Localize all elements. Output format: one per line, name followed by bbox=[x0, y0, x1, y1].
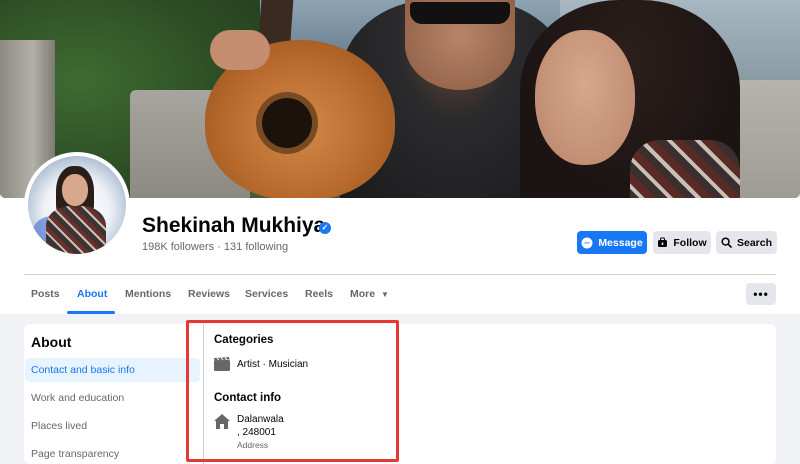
home-icon bbox=[214, 414, 230, 429]
active-tab-indicator bbox=[67, 311, 115, 314]
profile-name: Shekinah Mukhiya bbox=[142, 214, 326, 237]
header-divider bbox=[24, 274, 776, 275]
clapperboard-icon bbox=[214, 357, 230, 371]
tab-reels[interactable]: Reels bbox=[305, 288, 333, 300]
categories-title: Categories bbox=[214, 334, 274, 346]
address-label: Address bbox=[237, 440, 269, 450]
follow-icon bbox=[658, 237, 668, 247]
avatar[interactable] bbox=[24, 152, 130, 258]
search-button-label: Search bbox=[736, 236, 773, 249]
message-button-label: Message bbox=[598, 236, 643, 249]
cover-hand bbox=[210, 30, 270, 70]
cover-face-woman bbox=[535, 30, 635, 165]
avatar-image bbox=[28, 156, 126, 254]
cover-photo[interactable] bbox=[0, 0, 800, 198]
sidebar-item-work-education[interactable]: Work and education bbox=[25, 386, 200, 410]
sidebar-item-page-transparency[interactable]: Page transparency bbox=[25, 442, 200, 464]
about-column-divider bbox=[203, 324, 204, 464]
tab-about[interactable]: About bbox=[77, 288, 107, 300]
chevron-down-icon: ▼ bbox=[381, 290, 389, 299]
follower-stats[interactable]: 198K followers · 131 following bbox=[142, 241, 288, 253]
verified-badge-icon: ✓ bbox=[319, 222, 331, 234]
tab-posts[interactable]: Posts bbox=[31, 288, 60, 300]
address-line-2: , 248001 bbox=[237, 427, 276, 438]
about-title: About bbox=[31, 334, 72, 350]
tab-mentions[interactable]: Mentions bbox=[125, 288, 171, 300]
tab-reviews[interactable]: Reviews bbox=[188, 288, 230, 300]
categories-value[interactable]: Artist · Musician bbox=[237, 359, 308, 370]
more-options-button[interactable]: ••• bbox=[746, 283, 776, 305]
avatar-face bbox=[62, 174, 88, 206]
cover-scarf bbox=[630, 140, 740, 198]
avatar-body bbox=[46, 206, 106, 254]
follow-button[interactable]: Follow bbox=[653, 231, 711, 254]
sidebar-item-contact-basic-info[interactable]: Contact and basic info bbox=[25, 358, 200, 382]
contact-info-title: Contact info bbox=[214, 392, 282, 404]
follow-button-label: Follow bbox=[673, 236, 707, 249]
tab-services[interactable]: Services bbox=[245, 288, 288, 300]
message-button[interactable]: Message bbox=[577, 231, 647, 254]
search-button[interactable]: Search bbox=[716, 231, 777, 254]
sidebar-item-places-lived[interactable]: Places lived bbox=[25, 414, 200, 438]
cover-sunglasses bbox=[410, 2, 510, 24]
cover-guitar-soundhole bbox=[262, 98, 312, 148]
address-line-1: Dalanwala bbox=[237, 414, 284, 425]
tab-more-label: More bbox=[350, 288, 376, 300]
tab-more[interactable]: More ▼ bbox=[350, 288, 389, 300]
search-icon bbox=[721, 237, 732, 248]
messenger-icon bbox=[581, 237, 593, 248]
